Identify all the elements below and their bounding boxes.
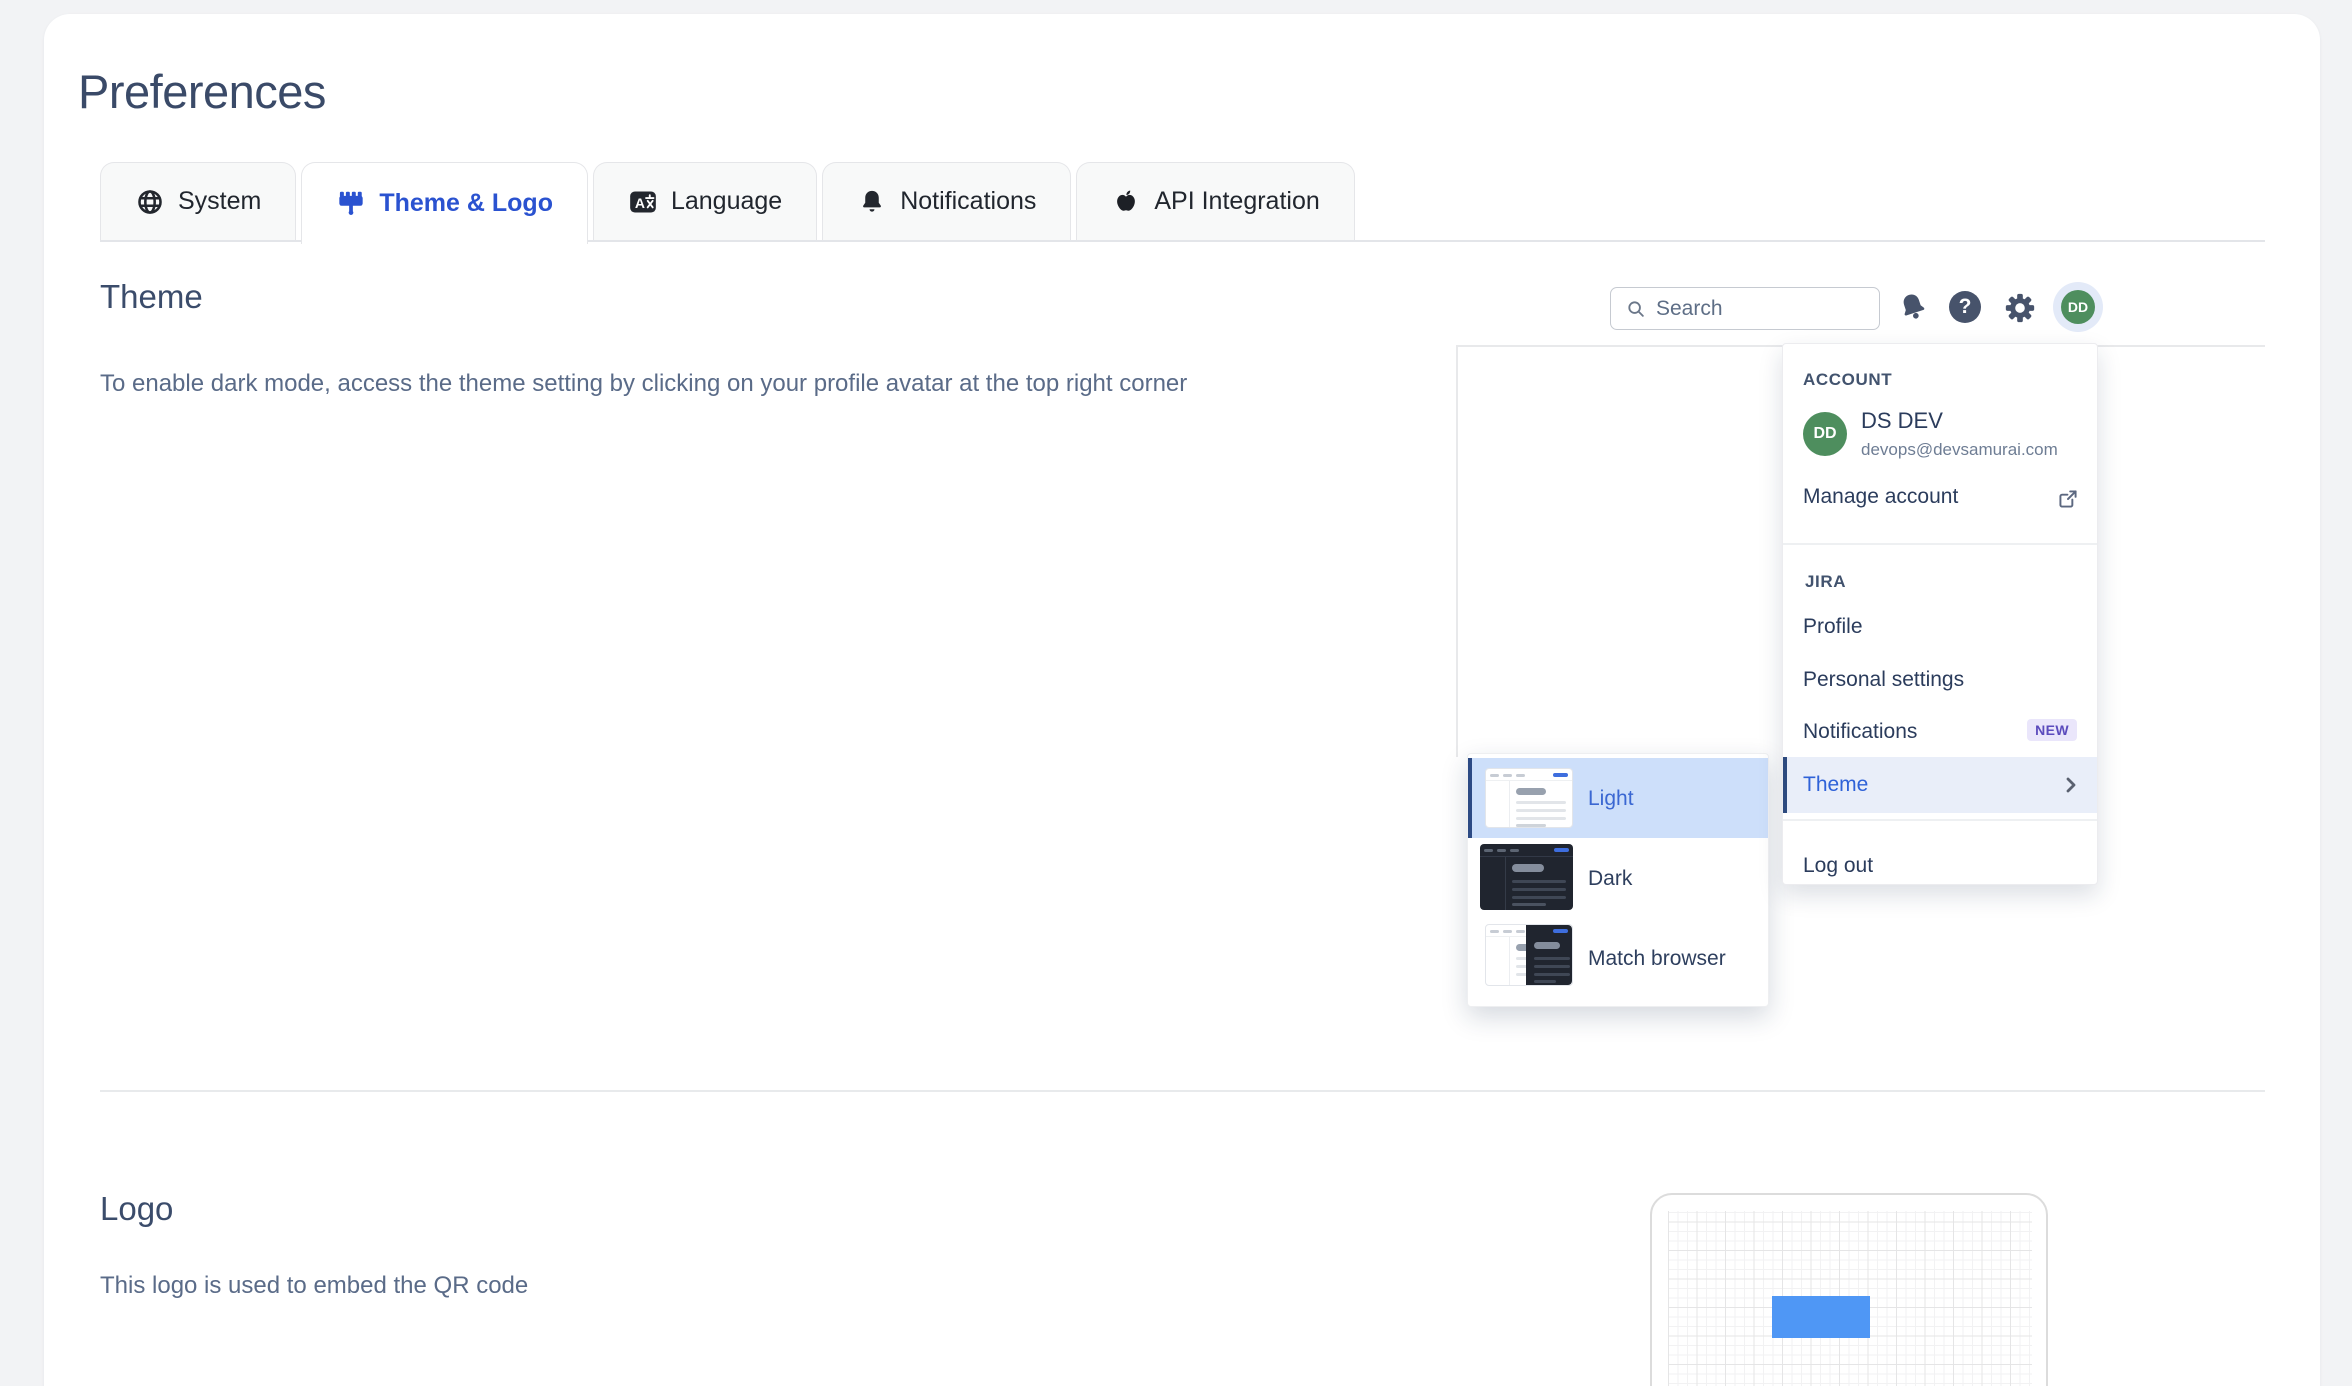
menu-divider — [1783, 543, 2097, 545]
svg-text:A: A — [635, 194, 645, 210]
announcement-bell-icon[interactable] — [1893, 287, 1933, 327]
page-title: Preferences — [78, 64, 326, 119]
manage-account-label: Manage account — [1803, 485, 1958, 509]
logo-preview-card — [1650, 1193, 2048, 1386]
theme-section-heading: Theme — [100, 278, 203, 316]
menu-item-label: Theme — [1803, 773, 1868, 797]
question-mark-glyph: ? — [1949, 291, 1981, 323]
tab-label: System — [178, 187, 261, 216]
dark-theme-preview — [1480, 844, 1573, 910]
preferences-page: Preferences System — [0, 0, 2352, 1386]
theme-submenu: Light Dark Match browser — [1467, 753, 1769, 1007]
profile-avatar[interactable]: DD — [2053, 282, 2103, 332]
menu-item-profile[interactable]: Profile — [1783, 605, 2097, 649]
account-section-label: ACCOUNT — [1803, 370, 1892, 390]
theme-section-description: To enable dark mode, access the theme se… — [100, 370, 1187, 398]
tab-bar: System Theme & Logo A — [100, 162, 1355, 244]
search-input[interactable] — [1656, 297, 1856, 321]
tab-label: Notifications — [900, 187, 1036, 216]
logout-label: Log out — [1803, 854, 1873, 878]
bell-icon — [857, 187, 887, 217]
user-name: DS DEV — [1861, 408, 1943, 434]
avatar-initials: DD — [2061, 290, 2095, 324]
theme-option-label: Match browser — [1588, 947, 1726, 971]
search-icon — [1625, 298, 1647, 320]
illustration-left-border — [1456, 345, 1458, 757]
menu-avatar: DD — [1803, 412, 1847, 456]
tab-label: Language — [671, 187, 782, 216]
logo-image — [1772, 1296, 1870, 1338]
theme-option-label: Dark — [1588, 867, 1632, 891]
selected-indicator-bar — [1783, 757, 1787, 813]
tab-api-integration[interactable]: API Integration — [1076, 162, 1354, 240]
search-input-wrapper — [1610, 287, 1880, 330]
globe-icon — [135, 187, 165, 217]
tab-notifications[interactable]: Notifications — [822, 162, 1071, 240]
tab-system[interactable]: System — [100, 162, 296, 240]
user-email: devops@devsamurai.com — [1861, 440, 2058, 460]
dark-half — [1526, 925, 1572, 985]
new-badge: NEW — [2027, 719, 2077, 741]
external-link-icon — [2055, 486, 2081, 517]
menu-divider — [1783, 819, 2097, 821]
menu-item-theme[interactable]: Theme — [1783, 757, 2097, 813]
tab-label: API Integration — [1154, 187, 1319, 216]
menu-item-logout[interactable]: Log out — [1783, 844, 2097, 888]
jira-section-label: JIRA — [1805, 572, 1846, 592]
selected-indicator-bar — [1468, 758, 1472, 838]
tab-theme-logo[interactable]: Theme & Logo — [301, 162, 588, 244]
tab-label: Theme & Logo — [379, 189, 553, 218]
translate-icon: A — [628, 187, 658, 217]
tab-language[interactable]: A Language — [593, 162, 817, 240]
gear-icon[interactable] — [2000, 288, 2040, 328]
menu-item-label: Notifications — [1803, 720, 1917, 744]
logo-section-description: This logo is used to embed the QR code — [100, 1272, 528, 1300]
manage-account-item[interactable]: Manage account — [1783, 475, 2097, 519]
account-dropdown-menu: ACCOUNT DD DS DEV devops@devsamurai.com … — [1782, 343, 2098, 885]
section-divider — [100, 1090, 2265, 1092]
menu-item-label: Profile — [1803, 615, 1863, 639]
match-browser-preview — [1485, 924, 1573, 986]
menu-item-label: Personal settings — [1803, 668, 1964, 692]
theme-option-label: Light — [1588, 787, 1634, 811]
chevron-right-icon — [2059, 773, 2083, 802]
light-theme-preview — [1485, 768, 1573, 828]
logo-grid-background — [1668, 1211, 2032, 1386]
logo-section-heading: Logo — [100, 1190, 173, 1228]
help-icon[interactable]: ? — [1945, 287, 1985, 327]
menu-item-personal-settings[interactable]: Personal settings — [1783, 658, 2097, 702]
apple-icon — [1111, 187, 1141, 217]
paint-brush-icon — [336, 189, 366, 219]
